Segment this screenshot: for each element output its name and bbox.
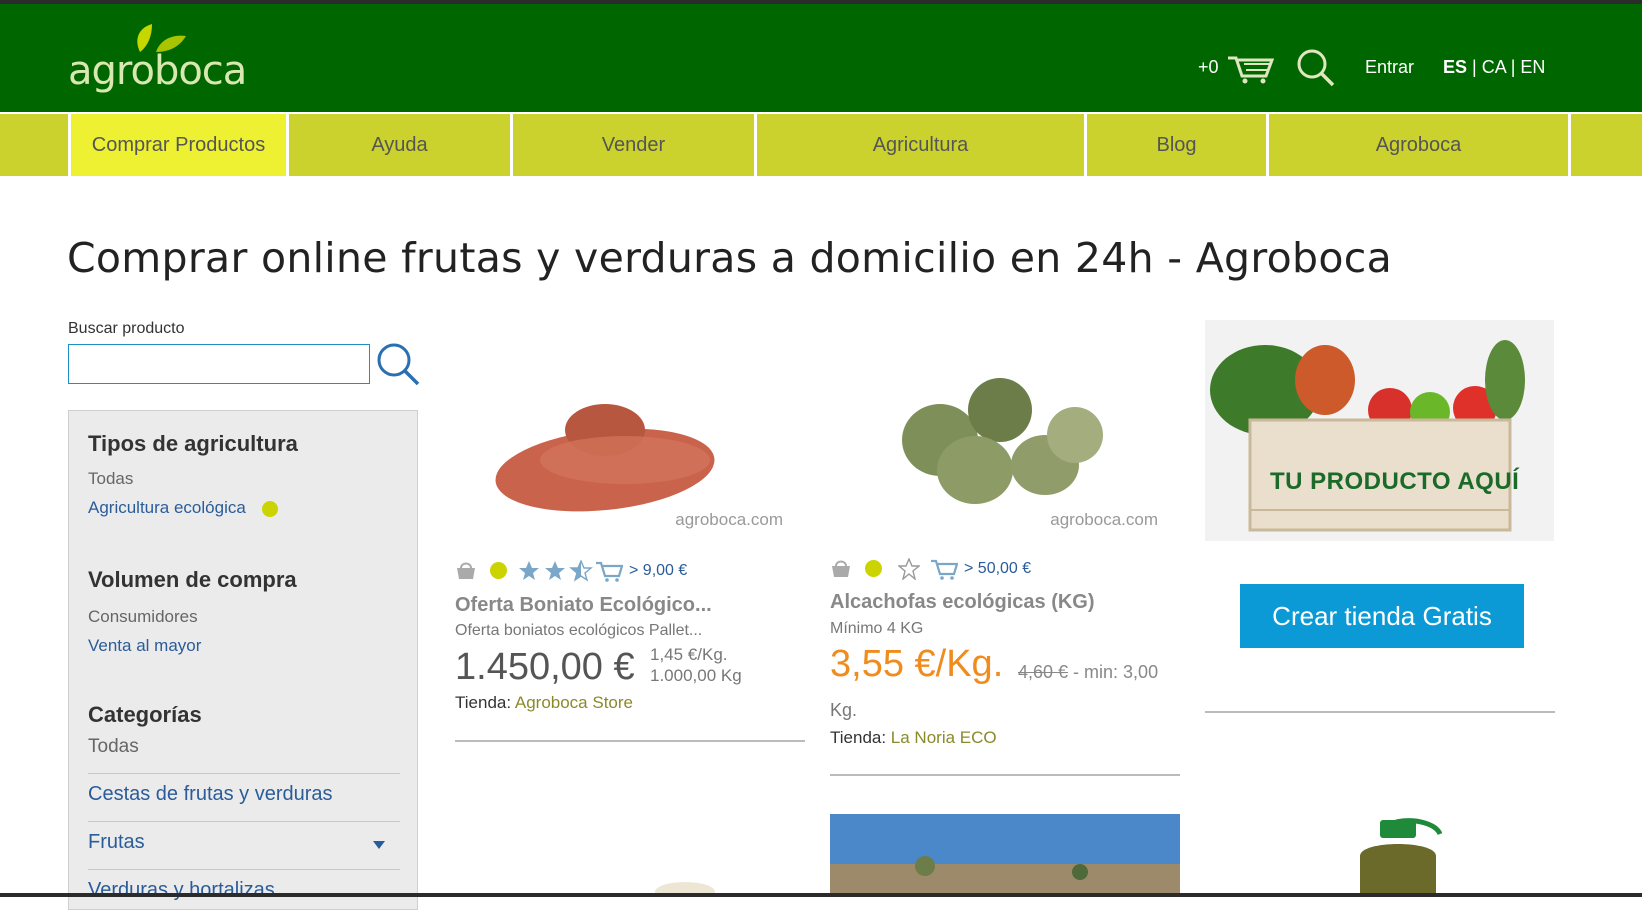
nav-blog[interactable]: Blog xyxy=(1084,114,1266,176)
logo-text: agroboca xyxy=(68,48,247,94)
cat-divider xyxy=(88,821,400,822)
site-logo[interactable]: agroboca xyxy=(68,22,248,102)
agri-heading: Tipos de agricultura xyxy=(88,431,298,456)
agri-eco-link[interactable]: Agricultura ecológica xyxy=(88,498,278,518)
volume-wholesale[interactable]: Venta al mayor xyxy=(88,636,201,656)
product-image-sweet-potato[interactable] xyxy=(455,340,805,530)
product-title[interactable]: Alcachofas ecológicas (KG) xyxy=(830,591,1095,614)
old-price: 4,60 € xyxy=(1018,662,1069,682)
volume-consumers[interactable]: Consumidores xyxy=(88,607,198,627)
min-order: > 50,00 € xyxy=(964,560,1032,577)
unit-price: 1,45 €/Kg. xyxy=(650,645,728,664)
store-label: Tienda: xyxy=(455,693,515,712)
ad-banner-text: TU PRODUCTO AQUÍ xyxy=(1270,468,1520,495)
cat-vegetables[interactable]: Verduras y hortalizas xyxy=(88,879,275,902)
nav-spacer xyxy=(1568,114,1642,176)
nav-agricultura[interactable]: Agricultura xyxy=(754,114,1084,176)
min-unit: Kg. xyxy=(830,700,858,720)
card-divider xyxy=(830,774,1180,776)
product-image-partial[interactable] xyxy=(645,870,725,894)
store-line: Tienda: Agroboca Store xyxy=(455,693,633,713)
product-image-field[interactable] xyxy=(830,814,1180,894)
nav-agroboca[interactable]: Agroboca xyxy=(1266,114,1568,176)
filter-sidebar: Tipos de agricultura Todas Agricultura e… xyxy=(68,410,418,910)
agri-eco-label: Agricultura ecológica xyxy=(88,498,246,517)
search-icon[interactable] xyxy=(1296,48,1336,88)
star-rating xyxy=(519,560,593,582)
search-input[interactable] xyxy=(68,344,370,384)
cat-all[interactable]: Todas xyxy=(88,736,139,758)
cat-divider xyxy=(88,869,400,870)
site-header: agroboca +0 Entrar ES | CA | EN xyxy=(0,4,1642,112)
product-image-olive-oil[interactable] xyxy=(1340,816,1460,894)
create-store-button[interactable]: Crear tienda Gratis xyxy=(1240,584,1524,648)
product-meta: > 50,00 € xyxy=(830,558,1180,582)
product-subtitle: Mínimo 4 KG xyxy=(830,620,924,637)
product-subtitle: Oferta boniatos ecológicos Pallet... xyxy=(455,622,703,639)
star-icon xyxy=(898,558,920,580)
min-order: > 9,00 € xyxy=(629,562,688,579)
page-title: Comprar online frutas y verduras a domic… xyxy=(67,234,1392,282)
agri-all[interactable]: Todas xyxy=(88,469,133,489)
min-text: - min: 3,00 xyxy=(1068,662,1159,682)
eco-dot-icon xyxy=(865,560,882,577)
quantity: 1.000,00 Kg xyxy=(650,666,742,685)
store-link[interactable]: Agroboca Store xyxy=(515,693,633,712)
lang-ca-en[interactable]: | CA | EN xyxy=(1467,57,1545,77)
cat-divider xyxy=(88,773,400,774)
nav-vender[interactable]: Vender xyxy=(510,114,754,176)
truck-cart-icon xyxy=(596,561,623,582)
nav-ayuda[interactable]: Ayuda xyxy=(286,114,510,176)
product-image-artichokes[interactable] xyxy=(830,340,1180,530)
caret-down-icon[interactable] xyxy=(373,841,385,849)
right-divider xyxy=(1205,711,1555,713)
watermark: agroboca.com xyxy=(1050,510,1158,529)
product-price: 1.450,00 € xyxy=(455,646,635,688)
product-price: 3,55 €/Kg. xyxy=(830,643,1004,685)
language-switcher[interactable]: ES | CA | EN xyxy=(1443,57,1545,89)
search-button-icon[interactable] xyxy=(374,340,422,388)
store-line: Tienda: La Noria ECO xyxy=(830,728,997,748)
card-divider xyxy=(455,740,805,742)
main-nav: Comprar Productos Ayuda Vender Agricultu… xyxy=(0,114,1642,176)
ad-banner-image[interactable] xyxy=(1205,320,1554,541)
truck-cart-icon xyxy=(931,559,958,580)
login-link[interactable]: Entrar xyxy=(1365,57,1414,89)
volume-heading: Volumen de compra xyxy=(88,567,297,592)
cart-icon[interactable] xyxy=(1226,54,1274,84)
eco-dot-icon xyxy=(261,500,278,517)
search-label: Buscar producto xyxy=(68,320,185,337)
product-meta: > 9,00 € xyxy=(455,560,805,584)
product-title[interactable]: Oferta Boniato Ecológico... xyxy=(455,594,712,617)
product-card[interactable]: agroboca.com > 9,00 € Oferta Boniato Eco… xyxy=(455,340,805,742)
cat-heading: Categorías xyxy=(88,702,202,727)
cat-fruits[interactable]: Frutas xyxy=(88,831,145,854)
store-link[interactable]: La Noria ECO xyxy=(891,728,997,747)
eco-dot-icon xyxy=(490,562,507,579)
price-detail: 4,60 € - min: 3,00 xyxy=(1018,662,1158,683)
nav-comprar-productos[interactable]: Comprar Productos xyxy=(68,114,286,176)
product-card[interactable]: agroboca.com > 50,00 € Alcachofas ecológ… xyxy=(830,340,1180,780)
lang-es[interactable]: ES xyxy=(1443,57,1467,77)
cat-baskets[interactable]: Cestas de frutas y verduras xyxy=(88,783,333,806)
watermark: agroboca.com xyxy=(675,510,783,529)
store-label: Tienda: xyxy=(830,728,891,747)
basket-icon xyxy=(832,560,850,577)
window-bottom-border xyxy=(0,893,1642,897)
cart-count[interactable]: +0 xyxy=(1198,57,1219,89)
basket-icon xyxy=(457,562,475,579)
